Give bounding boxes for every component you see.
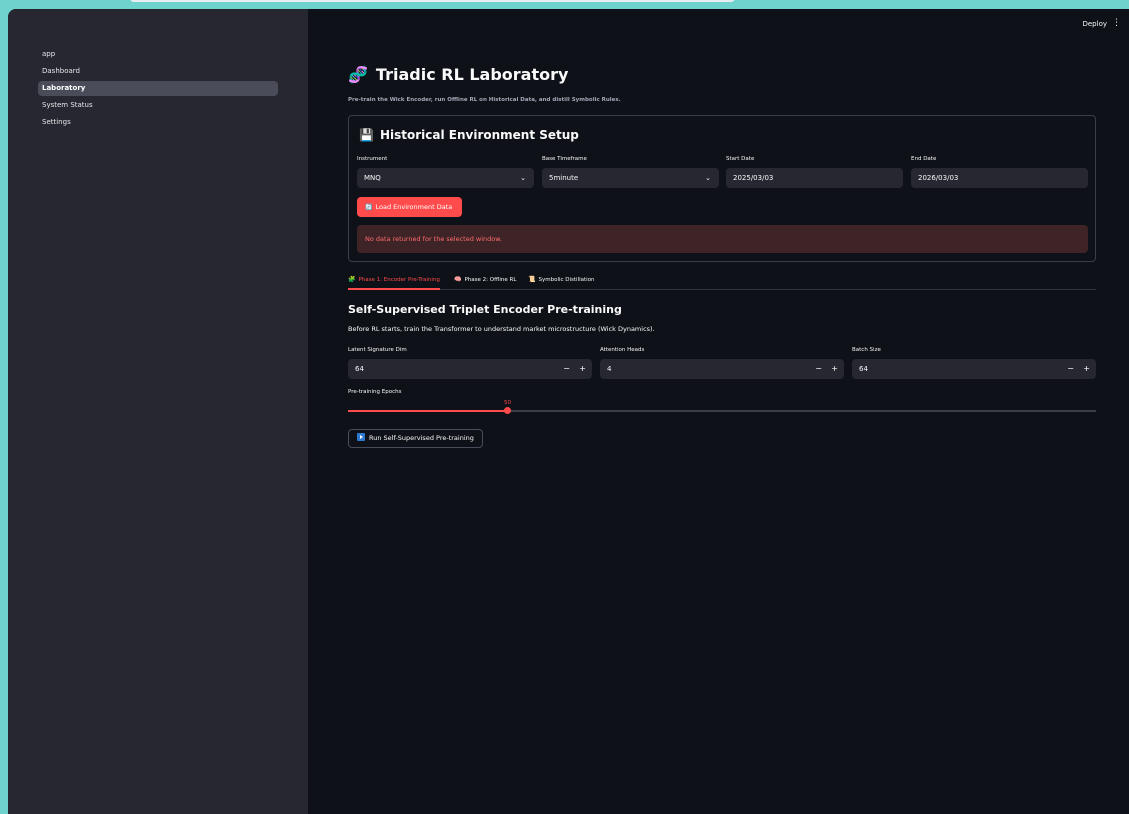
sidebar-item-laboratory[interactable]: Laboratory	[38, 81, 278, 96]
tab-label: Phase 1: Encoder Pre-Training	[358, 277, 440, 283]
increment-button[interactable]: +	[1083, 359, 1090, 379]
tab-label: Phase 2: Offline RL	[464, 277, 517, 283]
card-title: Historical Environment Setup	[379, 128, 579, 142]
main-content: 🧬 Triadic RL Laboratory Pre-train the Wi…	[348, 9, 1096, 814]
decrement-button[interactable]: −	[563, 359, 570, 379]
tab-encoder-pretraining[interactable]: 🧩 Phase 1: Encoder Pre-Training	[348, 275, 440, 290]
decrement-button[interactable]: −	[1067, 359, 1074, 379]
environment-setup-card: 💾 Historical Environment Setup Instrumen…	[348, 115, 1096, 262]
main-menu-icon[interactable]: ⋮	[1112, 18, 1121, 28]
app-window: app Dashboard Laboratory System Status S…	[8, 9, 1129, 814]
instrument-select[interactable]: MNQ ⌄	[357, 168, 534, 188]
load-environment-button[interactable]: 🔄 Load Environment Data	[357, 197, 462, 217]
error-alert: No data returned for the selected window…	[357, 225, 1088, 253]
end-date-input[interactable]: 2026/03/03	[911, 168, 1088, 188]
start-date-input[interactable]: 2025/03/03	[726, 168, 903, 188]
tab-offline-rl[interactable]: 🧠 Phase 2: Offline RL	[454, 275, 516, 290]
sidebar: app Dashboard Laboratory System Status S…	[8, 9, 308, 814]
tab-symbolic-distillation[interactable]: 📜 Symbolic Distillation	[528, 275, 595, 290]
start-date-label: Start Date	[726, 156, 755, 162]
decrement-button[interactable]: −	[815, 359, 822, 379]
attention-heads-label: Attention Heads	[600, 347, 645, 353]
end-date-label: End Date	[911, 156, 937, 162]
increment-button[interactable]: +	[579, 359, 586, 379]
floppy-disk-icon: 💾	[359, 128, 374, 142]
tab-label: Symbolic Distillation	[538, 277, 595, 283]
sidebar-item-settings[interactable]: Settings	[38, 115, 278, 130]
attention-heads-value: 4	[607, 365, 612, 373]
start-date-value: 2025/03/03	[733, 174, 774, 182]
page-title-row: 🧬 Triadic RL Laboratory	[348, 65, 568, 84]
increment-button[interactable]: +	[831, 359, 838, 379]
play-icon	[357, 433, 365, 441]
sidebar-item-dashboard[interactable]: Dashboard	[38, 64, 278, 79]
sidebar-item-app[interactable]: app	[38, 47, 278, 62]
instrument-value: MNQ	[364, 174, 381, 182]
attention-heads-input[interactable]: 4 − +	[600, 359, 844, 379]
sidebar-nav: app Dashboard Laboratory System Status S…	[38, 47, 278, 132]
pretraining-description: Before RL starts, train the Transformer …	[348, 325, 655, 333]
pretraining-title: Self-Supervised Triplet Encoder Pre-trai…	[348, 303, 622, 316]
timeframe-label: Base Timeframe	[542, 156, 587, 162]
batch-size-input[interactable]: 64 − +	[852, 359, 1096, 379]
refresh-icon: 🔄	[365, 204, 373, 211]
timeframe-value: 5minute	[549, 174, 579, 182]
card-title-row: 💾 Historical Environment Setup	[359, 128, 579, 142]
chevron-down-icon: ⌄	[520, 174, 526, 182]
epochs-label: Pre-training Epochs	[348, 389, 402, 395]
puzzle-icon: 🧩	[348, 276, 356, 283]
phase-tabs: 🧩 Phase 1: Encoder Pre-Training 🧠 Phase 2:…	[348, 275, 1096, 290]
latent-dim-input[interactable]: 64 − +	[348, 359, 592, 379]
instrument-label: Instrument	[357, 156, 388, 162]
load-environment-label: Load Environment Data	[375, 203, 453, 211]
epochs-slider-fill	[348, 410, 508, 412]
timeframe-select[interactable]: 5minute ⌄	[542, 168, 719, 188]
end-date-value: 2026/03/03	[918, 174, 959, 182]
brain-icon: 🧠	[454, 276, 462, 283]
page-title: Triadic RL Laboratory	[375, 65, 569, 84]
scroll-icon: 📜	[528, 276, 536, 283]
latent-dim-label: Latent Signature Dim	[348, 347, 407, 353]
browser-address-bar	[130, 0, 735, 2]
page-subtitle: Pre-train the Wick Encoder, run Offline …	[348, 97, 621, 103]
epochs-value: 50	[504, 400, 511, 406]
epochs-slider-thumb[interactable]	[504, 407, 512, 414]
sidebar-item-system-status[interactable]: System Status	[38, 98, 278, 113]
latent-dim-value: 64	[355, 365, 364, 373]
dna-icon: 🧬	[348, 65, 368, 84]
chevron-down-icon: ⌄	[705, 174, 711, 182]
run-pretraining-label: Run Self-Supervised Pre-training	[369, 434, 474, 442]
epochs-slider-track[interactable]	[348, 407, 1096, 414]
run-pretraining-button[interactable]: Run Self-Supervised Pre-training	[348, 429, 483, 448]
batch-size-value: 64	[859, 365, 868, 373]
batch-size-label: Batch Size	[852, 347, 881, 353]
